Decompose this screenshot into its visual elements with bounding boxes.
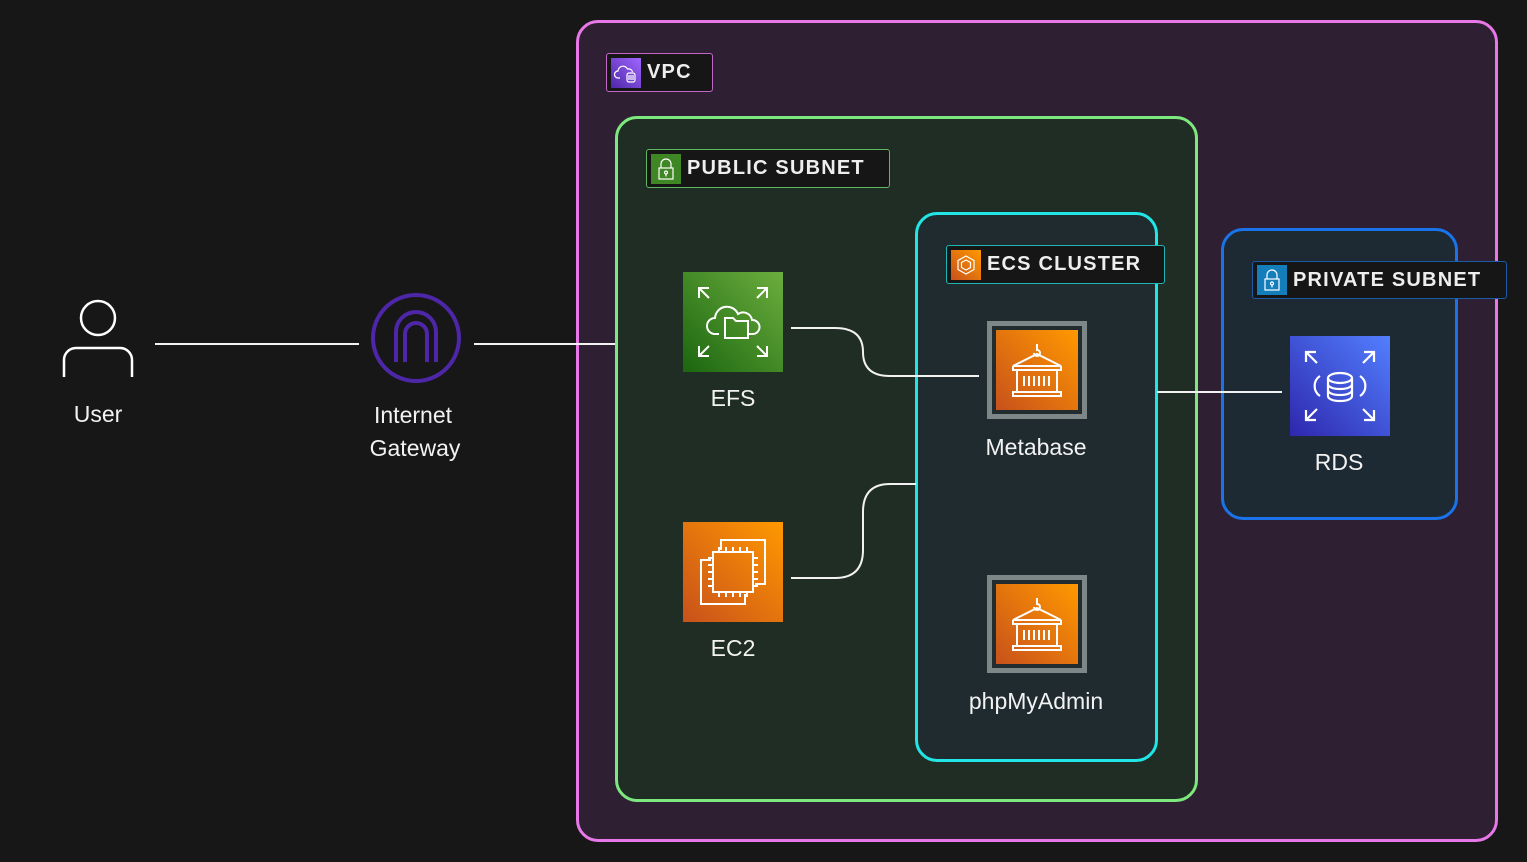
rds-icon bbox=[1304, 350, 1376, 422]
container-icon bbox=[1012, 344, 1062, 397]
metabase-node[interactable] bbox=[987, 321, 1087, 419]
user-node[interactable] bbox=[60, 298, 136, 380]
efs-node[interactable] bbox=[683, 272, 783, 372]
internet-gateway-node[interactable] bbox=[370, 292, 462, 384]
rds-node[interactable] bbox=[1290, 336, 1390, 436]
efs-icon bbox=[698, 287, 768, 357]
internet-gateway-label-2: Gateway bbox=[369, 435, 461, 461]
ec2-label: EC2 bbox=[710, 635, 756, 661]
edge-efs-metabase bbox=[791, 327, 979, 377]
efs-label: EFS bbox=[710, 385, 756, 411]
user-icon bbox=[62, 299, 134, 377]
rds-label: RDS bbox=[1314, 449, 1364, 475]
ec2-node[interactable] bbox=[683, 522, 783, 622]
internet-gateway-icon bbox=[371, 293, 461, 383]
ec2-icon bbox=[700, 539, 766, 605]
container-icon bbox=[1012, 598, 1062, 651]
edge-ec2-ecs-cluster bbox=[791, 483, 916, 579]
phpmyadmin-node[interactable] bbox=[987, 575, 1087, 673]
metabase-label: Metabase bbox=[985, 434, 1087, 460]
user-label: User bbox=[73, 401, 123, 427]
phpmyadmin-label: phpMyAdmin bbox=[968, 688, 1104, 714]
internet-gateway-label-1: Internet bbox=[374, 402, 452, 428]
